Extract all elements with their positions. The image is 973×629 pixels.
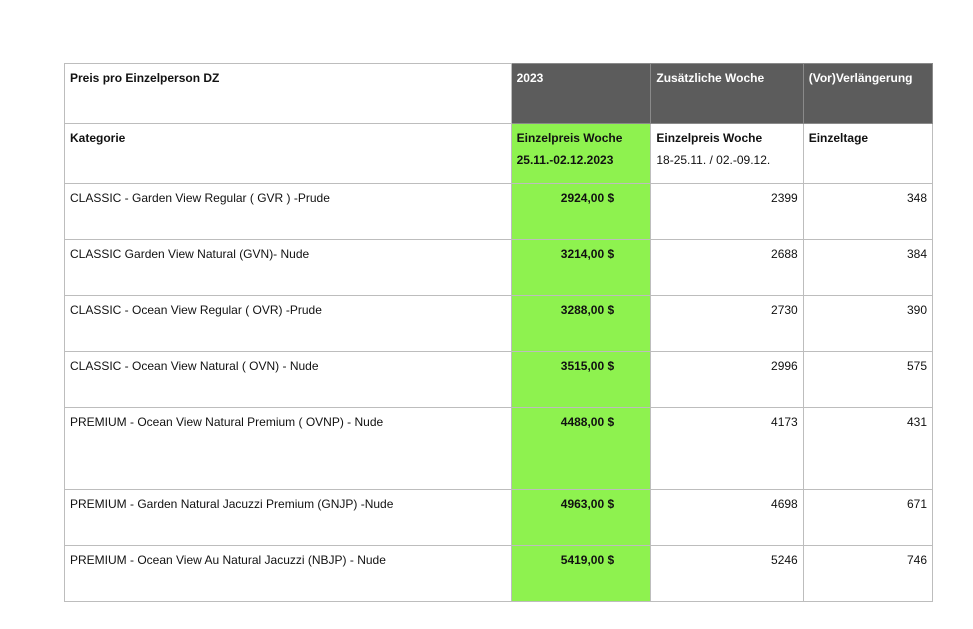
subheader-week-price-line2: 25.11.-02.12.2023 [516, 153, 614, 167]
row-price-2023: 2924,00 $ [510, 183, 652, 240]
subheader-single-days: Einzeltage [802, 123, 934, 184]
table-row: PREMIUM - Ocean View Natural Premium ( O… [64, 407, 934, 490]
row-extension: 671 [802, 489, 934, 546]
row-extension: 575 [802, 351, 934, 408]
row-extension: 384 [802, 239, 934, 296]
row-additional-week: 2399 [650, 183, 804, 240]
row-additional-week: 2730 [650, 295, 804, 352]
row-category: PREMIUM - Garden Natural Jacuzzi Premium… [64, 489, 512, 546]
subheader-add-price-line1: Einzelpreis Woche [656, 131, 763, 145]
table-row: CLASSIC Garden View Natural (GVN)- Nude … [64, 239, 934, 296]
row-category: CLASSIC - Ocean View Regular ( OVR) -Pru… [64, 295, 512, 352]
row-category: CLASSIC - Ocean View Natural ( OVN) - Nu… [64, 351, 512, 408]
row-additional-week: 4173 [650, 407, 804, 490]
row-price-2023: 5419,00 $ [510, 545, 652, 602]
table-row: PREMIUM - Garden Natural Jacuzzi Premium… [64, 489, 934, 546]
row-extension: 348 [802, 183, 934, 240]
header-additional-week: Zusätzliche Woche [650, 63, 804, 124]
subheader-week-price: Einzelpreis Woche 25.11.-02.12.2023 [510, 123, 652, 184]
price-table: Preis pro Einzelperson DZ 2023 Zusätzlic… [64, 63, 934, 602]
table-row: CLASSIC - Garden View Regular ( GVR ) -P… [64, 183, 934, 240]
table-row: CLASSIC - Ocean View Regular ( OVR) -Pru… [64, 295, 934, 352]
row-additional-week: 5246 [650, 545, 804, 602]
row-price-2023: 3515,00 $ [510, 351, 652, 408]
row-extension: 390 [802, 295, 934, 352]
header-extension: (Vor)Verlängerung [802, 63, 934, 124]
row-price-2023: 3214,00 $ [510, 239, 652, 296]
table-row: CLASSIC - Ocean View Natural ( OVN) - Nu… [64, 351, 934, 408]
header-price-label: Preis pro Einzelperson DZ [64, 63, 512, 124]
row-category: PREMIUM - Ocean View Au Natural Jacuzzi … [64, 545, 512, 602]
table-row: PREMIUM - Ocean View Au Natural Jacuzzi … [64, 545, 934, 602]
header-year: 2023 [510, 63, 652, 124]
row-price-2023: 4488,00 $ [510, 407, 652, 490]
row-price-2023: 3288,00 $ [510, 295, 652, 352]
row-extension: 746 [802, 545, 934, 602]
row-category: CLASSIC - Garden View Regular ( GVR ) -P… [64, 183, 512, 240]
row-price-2023: 4963,00 $ [510, 489, 652, 546]
row-additional-week: 2688 [650, 239, 804, 296]
subheader-row: Kategorie Einzelpreis Woche 25.11.-02.12… [64, 123, 934, 184]
row-category: PREMIUM - Ocean View Natural Premium ( O… [64, 407, 512, 490]
header-row: Preis pro Einzelperson DZ 2023 Zusätzlic… [64, 63, 934, 124]
row-additional-week: 4698 [650, 489, 804, 546]
row-additional-week: 2996 [650, 351, 804, 408]
subheader-add-price-line2: 18-25.11. / 02.-09.12. [656, 153, 771, 167]
row-category: CLASSIC Garden View Natural (GVN)- Nude [64, 239, 512, 296]
subheader-add-price: Einzelpreis Woche 18-25.11. / 02.-09.12. [650, 123, 804, 184]
row-extension: 431 [802, 407, 934, 490]
subheader-category: Kategorie [64, 123, 512, 184]
subheader-week-price-line1: Einzelpreis Woche [516, 131, 623, 145]
